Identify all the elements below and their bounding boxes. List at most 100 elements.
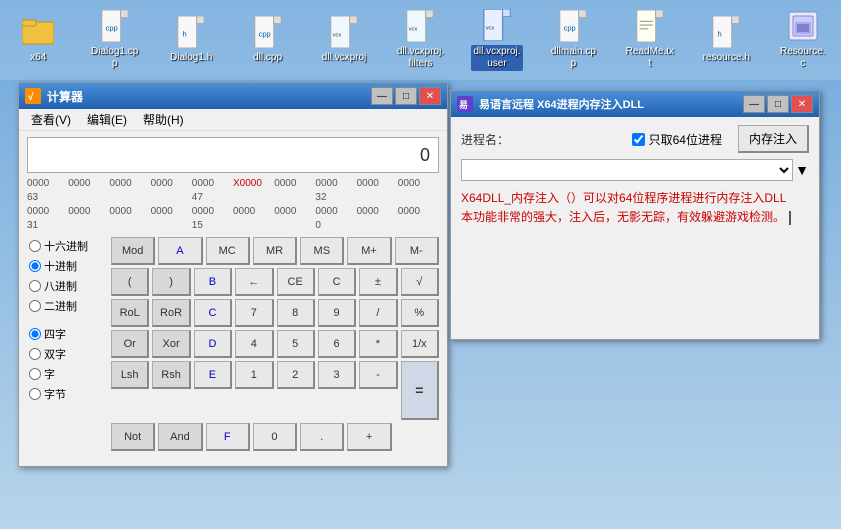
btn-equals[interactable]: = <box>401 361 439 420</box>
dll-maximize-button[interactable]: □ <box>767 95 789 113</box>
calc-left-panel: 十六进制 十进制 八进制 二进制 <box>27 237 107 451</box>
radio-dword[interactable]: 双字 <box>27 345 107 363</box>
btn-reciprocal[interactable]: 1/x <box>401 330 439 358</box>
dll-checkbox-text: 只取64位进程 <box>649 131 722 148</box>
file-icon-dllmaincpp[interactable]: cpp dllmain.cpp <box>545 10 601 70</box>
file-icon-x64[interactable]: x64 <box>10 16 66 64</box>
dll-close-button[interactable]: ✕ <box>791 95 813 113</box>
close-button[interactable]: ✕ <box>419 87 441 105</box>
btn-decimal[interactable]: . <box>300 423 344 451</box>
btn-9[interactable]: 9 <box>318 299 356 327</box>
btn-or[interactable]: Or <box>111 330 149 358</box>
btn-rparen[interactable]: ) <box>152 268 190 296</box>
menu-view[interactable]: 查看(V) <box>23 109 79 130</box>
dll-64bit-checkbox[interactable] <box>632 133 645 146</box>
file-icon-resourcerc-label: Resource.c <box>780 46 826 70</box>
btn-plus[interactable]: + <box>347 423 391 451</box>
radio-bin[interactable]: 二进制 <box>27 297 107 315</box>
btn-mminus[interactable]: M- <box>395 237 439 265</box>
btn-multiply[interactable]: * <box>359 330 397 358</box>
file-icon-dialog1h[interactable]: h Dialog1.h <box>163 16 219 64</box>
dll-titlebar[interactable]: 易 易语言远程 X64进程内存注入DLL — □ ✕ <box>451 91 819 117</box>
file-icon-readmetxt[interactable]: ReadMe.txt <box>622 10 678 70</box>
radio-byte[interactable]: 字节 <box>27 385 107 403</box>
btn-3[interactable]: 3 <box>318 361 356 389</box>
btn-2[interactable]: 2 <box>277 361 315 389</box>
btn-plusminus[interactable]: ± <box>359 268 397 296</box>
btn-E[interactable]: E <box>194 361 232 389</box>
dll-info-line2: 本功能非常的强大，注入后，无影无踪，有效躲避游戏检测。 <box>461 208 809 227</box>
svg-text:h: h <box>718 30 722 39</box>
dll-window-controls: — □ ✕ <box>743 95 813 113</box>
btn-backspace[interactable]: ← <box>235 268 273 296</box>
calc-memory-display: 0000 0000 0000 0000 0000 X0000 0000 0000… <box>27 177 439 233</box>
dll-inject-button[interactable]: 内存注入 <box>738 125 809 153</box>
btn-ms[interactable]: MS <box>300 237 344 265</box>
btn-A[interactable]: A <box>158 237 202 265</box>
btn-sqrt[interactable]: √ <box>401 268 439 296</box>
btn-and[interactable]: And <box>158 423 202 451</box>
dll-minimize-button[interactable]: — <box>743 95 765 113</box>
file-icon-dialog1cpp[interactable]: cpp Dialog1.cpp <box>86 10 142 70</box>
btn-6[interactable]: 6 <box>318 330 356 358</box>
btn-5[interactable]: 5 <box>277 330 315 358</box>
menu-help[interactable]: 帮助(H) <box>135 109 192 130</box>
dll-checkbox-label[interactable]: 只取64位进程 <box>632 131 722 148</box>
btn-ror[interactable]: RoR <box>152 299 190 327</box>
btn-7[interactable]: 7 <box>235 299 273 327</box>
btn-B[interactable]: B <box>194 268 232 296</box>
btn-divide[interactable]: / <box>359 299 397 327</box>
calc-title-icon: √ <box>25 88 41 104</box>
file-icon-resourceh[interactable]: h resource.h <box>698 16 754 64</box>
maximize-button[interactable]: □ <box>395 87 417 105</box>
file-icon-x64-label: x64 <box>30 52 46 64</box>
btn-D[interactable]: D <box>194 330 232 358</box>
btn-ce[interactable]: CE <box>277 268 315 296</box>
btn-F[interactable]: F <box>206 423 250 451</box>
file-icon-readmetxt-label: ReadMe.txt <box>626 46 674 70</box>
dll-info-line1: X64DLL_内存注入（）可以对64位程序进程进行内存注入DLL <box>461 189 809 208</box>
dll-info-text: X64DLL_内存注入（）可以对64位程序进程进行内存注入DLL 本功能非常的强… <box>461 189 809 227</box>
btn-not[interactable]: Not <box>111 423 155 451</box>
file-icon-dllcpp-label: dll.cpp <box>253 52 282 64</box>
svg-text:vcx: vcx <box>333 33 342 39</box>
radio-qword[interactable]: 四字 <box>27 325 107 343</box>
btn-c[interactable]: C <box>318 268 356 296</box>
btn-minus[interactable]: - <box>359 361 397 389</box>
btn-C-hex[interactable]: C <box>194 299 232 327</box>
radio-dec[interactable]: 十进制 <box>27 257 107 275</box>
btn-0[interactable]: 0 <box>253 423 297 451</box>
calc-titlebar[interactable]: √ 计算器 — □ ✕ <box>19 83 447 109</box>
btn-4[interactable]: 4 <box>235 330 273 358</box>
btn-percent[interactable]: % <box>401 299 439 327</box>
svg-text:cpp: cpp <box>258 30 270 39</box>
btn-rsh[interactable]: Rsh <box>152 361 190 389</box>
menu-edit[interactable]: 编辑(E) <box>79 109 135 130</box>
file-icon-dllcpp[interactable]: cpp dll.cpp <box>239 16 295 64</box>
btn-mod[interactable]: Mod <box>111 237 155 265</box>
file-icon-dllvcxprojuser[interactable]: vcx dll.vcxproj.user <box>469 9 525 71</box>
btn-8[interactable]: 8 <box>277 299 315 327</box>
dll-dropdown-arrow-icon: ▼ <box>795 162 809 178</box>
btn-mc[interactable]: MC <box>206 237 250 265</box>
dll-process-dropdown[interactable] <box>461 159 793 181</box>
cursor-icon <box>789 211 791 225</box>
minimize-button[interactable]: — <box>371 87 393 105</box>
btn-1[interactable]: 1 <box>235 361 273 389</box>
file-icon-dllvcxprojfilters[interactable]: vcx dll.vcxproj.filters <box>392 10 448 70</box>
desktop: x64 cpp Dialog1.cpp h Dialog1.h <box>0 0 841 529</box>
file-icon-dllvcxprojfilters-label: dll.vcxproj.filters <box>397 46 444 70</box>
btn-mplus[interactable]: M+ <box>347 237 391 265</box>
btn-lsh[interactable]: Lsh <box>111 361 149 389</box>
radio-oct[interactable]: 八进制 <box>27 277 107 295</box>
dll-process-label: 进程名： <box>461 131 509 148</box>
btn-rol[interactable]: RoL <box>111 299 149 327</box>
btn-mr[interactable]: MR <box>253 237 297 265</box>
radio-word[interactable]: 字 <box>27 365 107 383</box>
base-radio-group: 十六进制 十进制 八进制 二进制 <box>27 237 107 315</box>
btn-xor[interactable]: Xor <box>152 330 190 358</box>
radio-hex[interactable]: 十六进制 <box>27 237 107 255</box>
btn-lparen[interactable]: ( <box>111 268 149 296</box>
file-icon-resourcerc[interactable]: Resource.c <box>775 10 831 70</box>
file-icon-dllvcxproj[interactable]: vcx dll.vcxproj <box>316 16 372 64</box>
